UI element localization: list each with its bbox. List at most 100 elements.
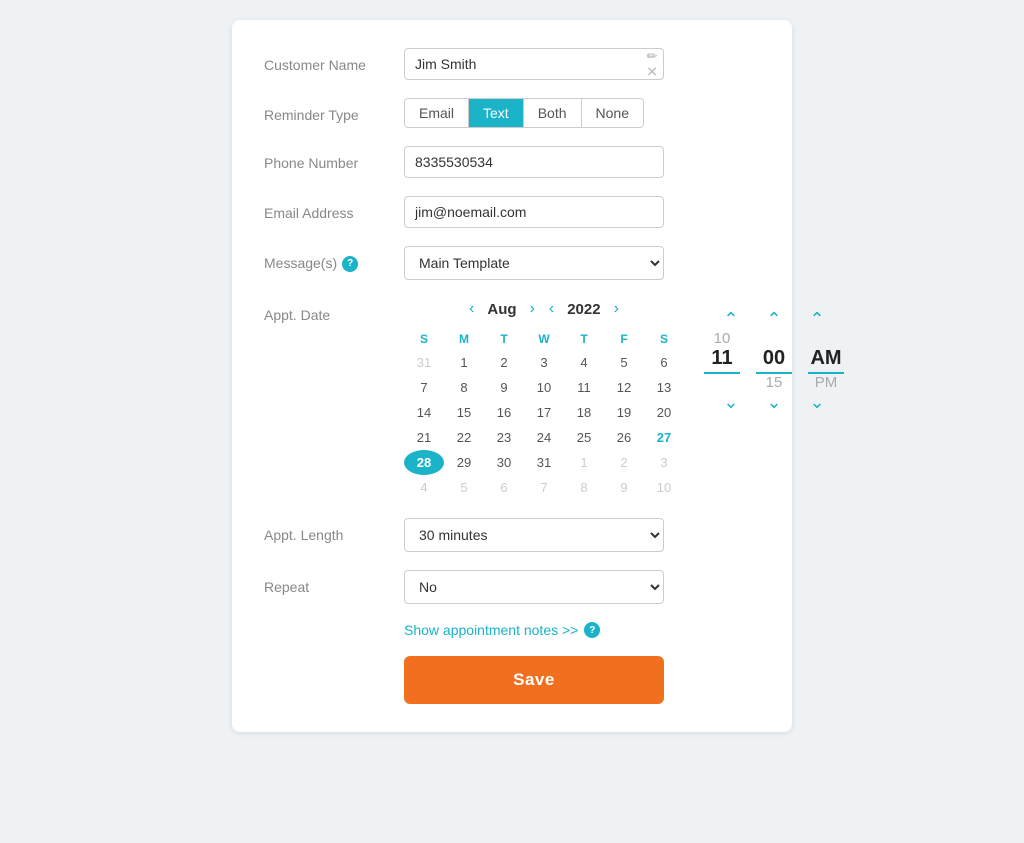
close-icon[interactable]: ✕ — [646, 65, 658, 79]
calendar-day[interactable]: 29 — [444, 450, 484, 475]
calendar-day[interactable]: 18 — [564, 400, 604, 425]
customer-name-wrapper: ✏ ✕ — [404, 48, 664, 80]
phone-row: Phone Number — [264, 146, 760, 178]
appt-length-label: Appt. Length — [264, 518, 404, 546]
messages-select[interactable]: Main Template Template 2 Template 3 — [404, 246, 664, 280]
calendar-day[interactable]: 31 — [404, 350, 444, 375]
messages-control: Main Template Template 2 Template 3 — [404, 246, 760, 280]
calendar-day[interactable]: 8 — [444, 375, 484, 400]
calendar-day[interactable]: 3 — [524, 350, 564, 375]
month-prev-button[interactable]: ‹ — [464, 298, 479, 320]
cal-header-tue: T — [484, 328, 524, 350]
ampm-current-col: AM — [808, 347, 844, 374]
calendar-day[interactable]: 15 — [444, 400, 484, 425]
save-button[interactable]: Save — [404, 656, 664, 704]
repeat-select[interactable]: No Daily Weekly Monthly — [404, 570, 664, 604]
hour-prev-value: 10 — [704, 330, 740, 347]
calendar-day[interactable]: 2 — [604, 450, 644, 475]
calendar-day[interactable]: 21 — [404, 425, 444, 450]
time-next-row: 15 PM — [704, 374, 844, 391]
cal-header-sun: S — [404, 328, 444, 350]
calendar-day[interactable]: 19 — [604, 400, 644, 425]
calendar-day[interactable]: 14 — [404, 400, 444, 425]
calendar-day[interactable]: 28 — [404, 450, 444, 475]
calendar-day[interactable]: 31 — [524, 450, 564, 475]
calendar-day[interactable]: 22 — [444, 425, 484, 450]
reminder-both-button[interactable]: Both — [524, 99, 582, 127]
calendar-day[interactable]: 16 — [484, 400, 524, 425]
calendar-day[interactable]: 23 — [484, 425, 524, 450]
calendar-day[interactable]: 3 — [644, 450, 684, 475]
calendar-day[interactable]: 7 — [404, 375, 444, 400]
calendar-day[interactable]: 27 — [644, 425, 684, 450]
calendar-day[interactable]: 5 — [444, 475, 484, 500]
calendar-day[interactable]: 12 — [604, 375, 644, 400]
email-label: Email Address — [264, 196, 404, 224]
calendar-day[interactable]: 20 — [644, 400, 684, 425]
appt-length-control: 15 minutes 30 minutes 45 minutes 1 hour … — [404, 518, 760, 552]
notes-help-icon[interactable]: ? — [584, 622, 600, 638]
appt-length-select[interactable]: 15 minutes 30 minutes 45 minutes 1 hour … — [404, 518, 664, 552]
cal-header-fri: F — [604, 328, 644, 350]
messages-label-with-help: Message(s) ? — [264, 254, 404, 274]
minute-down-col: ⌄ — [760, 391, 787, 413]
calendar-day[interactable]: 1 — [444, 350, 484, 375]
calendar-week: 28293031123 — [404, 450, 684, 475]
customer-name-control: ✏ ✕ — [404, 48, 760, 80]
calendar: ‹ Aug › ‹ 2022 › S M T W — [404, 298, 684, 500]
calendar-day[interactable]: 6 — [484, 475, 524, 500]
minute-down-button[interactable]: ⌄ — [760, 391, 787, 413]
time-up-arrows: ⌃ ⌃ ⌃ — [717, 308, 830, 330]
month-next-button[interactable]: › — [525, 298, 540, 320]
show-notes-link[interactable]: Show appointment notes >> — [404, 622, 578, 638]
calendar-week: 45678910 — [404, 475, 684, 500]
calendar-day[interactable]: 24 — [524, 425, 564, 450]
calendar-day[interactable]: 4 — [564, 350, 604, 375]
phone-control — [404, 146, 760, 178]
calendar-day[interactable]: 1 — [564, 450, 604, 475]
messages-label: Message(s) — [264, 254, 337, 274]
calendar-day[interactable]: 8 — [564, 475, 604, 500]
edit-icon[interactable]: ✏ — [647, 50, 658, 63]
calendar-day[interactable]: 9 — [484, 375, 524, 400]
email-input[interactable] — [404, 196, 664, 228]
minute-value: 00 — [756, 347, 792, 374]
hour-up-button[interactable]: ⌃ — [717, 308, 744, 330]
main-form: Customer Name ✏ ✕ Reminder Type Email Te… — [232, 20, 792, 732]
calendar-day[interactable]: 13 — [644, 375, 684, 400]
calendar-month: Aug — [487, 301, 516, 318]
time-down-arrows: ⌄ ⌄ ⌄ — [717, 391, 830, 413]
calendar-day[interactable]: 6 — [644, 350, 684, 375]
reminder-type-row: Reminder Type Email Text Both None — [264, 98, 760, 128]
calendar-day[interactable]: 9 — [604, 475, 644, 500]
calendar-day[interactable]: 17 — [524, 400, 564, 425]
calendar-day[interactable]: 4 — [404, 475, 444, 500]
reminder-email-button[interactable]: Email — [405, 99, 469, 127]
calendar-day[interactable]: 7 — [524, 475, 564, 500]
calendar-day[interactable]: 25 — [564, 425, 604, 450]
time-current-row: 11 00 AM — [704, 347, 844, 374]
calendar-day[interactable]: 26 — [604, 425, 644, 450]
year-prev-button[interactable]: ‹ — [544, 298, 559, 320]
reminder-text-button[interactable]: Text — [469, 99, 524, 127]
ampm-up-button[interactable]: ⌃ — [804, 308, 831, 330]
minute-up-button[interactable]: ⌃ — [760, 308, 787, 330]
messages-help-icon[interactable]: ? — [342, 256, 358, 272]
minute-col: ⌃ — [760, 308, 787, 330]
calendar-grid: S M T W T F S 31123456789101112131415161… — [404, 328, 684, 500]
hour-down-button[interactable]: ⌄ — [717, 391, 744, 413]
calendar-day[interactable]: 10 — [524, 375, 564, 400]
ampm-down-button[interactable]: ⌄ — [804, 391, 831, 413]
calendar-day[interactable]: 11 — [564, 375, 604, 400]
cal-header-wed: W — [524, 328, 564, 350]
reminder-none-button[interactable]: None — [582, 99, 643, 127]
phone-input[interactable] — [404, 146, 664, 178]
customer-name-input[interactable] — [404, 48, 664, 80]
calendar-day[interactable]: 10 — [644, 475, 684, 500]
year-next-button[interactable]: › — [609, 298, 624, 320]
hour-col: ⌃ — [717, 308, 744, 330]
calendar-day[interactable]: 2 — [484, 350, 524, 375]
calendar-day[interactable]: 5 — [604, 350, 644, 375]
calendar-day[interactable]: 30 — [484, 450, 524, 475]
ampm-value: AM — [808, 347, 844, 374]
